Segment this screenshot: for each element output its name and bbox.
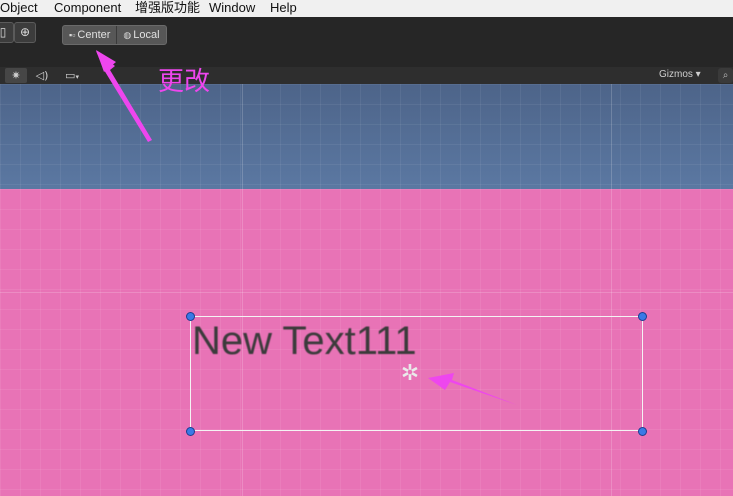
arrow-to-center-button-head xyxy=(96,50,116,72)
arrow-to-pivot-gizmo xyxy=(428,373,517,405)
annotation-arrows xyxy=(96,50,517,405)
